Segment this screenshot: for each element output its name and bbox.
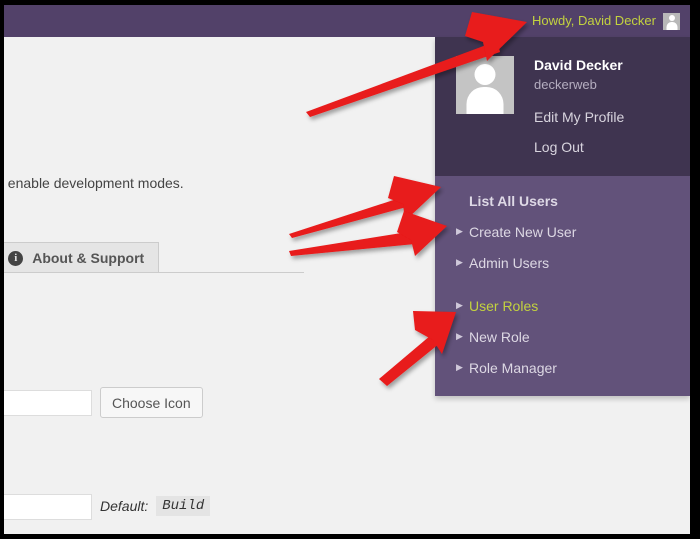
- user-menu-item-label: New Role: [469, 328, 530, 345]
- howdy-account-menu-trigger[interactable]: Howdy, David Decker: [528, 5, 684, 37]
- user-account-header: David Decker deckerweb Edit My Profile L…: [435, 37, 690, 176]
- user-menu-item-label: Role Manager: [469, 359, 557, 376]
- screenshot-frame: Howdy, David Decker tweaks or enable dev…: [0, 0, 700, 539]
- user-menu-item-list-all-users[interactable]: ▶List All Users: [435, 185, 690, 216]
- user-menu-item-label: List All Users: [469, 192, 558, 209]
- default-value: Build: [156, 496, 211, 516]
- info-circle-icon: i: [8, 250, 24, 266]
- user-avatar-large-icon: [456, 56, 514, 114]
- browser-viewport: Howdy, David Decker tweaks or enable dev…: [4, 5, 690, 534]
- choose-icon-button[interactable]: Choose Icon: [100, 387, 203, 418]
- icon-input[interactable]: [4, 390, 92, 416]
- log-out-link[interactable]: Log Out: [534, 132, 690, 162]
- user-menu-item-user-roles[interactable]: ▶ User Roles: [435, 290, 690, 321]
- settings-description: tweaks or enable development modes.: [4, 175, 184, 191]
- wp-admin-bar: Howdy, David Decker: [4, 5, 690, 37]
- caret-right-icon: ▶: [456, 226, 463, 236]
- user-menu-item-create-new-user[interactable]: ▶ Create New User: [435, 216, 690, 247]
- howdy-label: Howdy, David Decker: [531, 13, 656, 28]
- user-login-name: deckerweb: [534, 77, 597, 92]
- caret-right-icon: ▶: [456, 300, 463, 310]
- user-identity: David Decker deckerweb: [534, 55, 690, 94]
- build-input[interactable]: [4, 494, 92, 520]
- caret-right-icon: ▶: [456, 362, 463, 372]
- user-menu-item-new-role[interactable]: ▶ New Role: [435, 321, 690, 352]
- user-avatar-icon: [663, 12, 680, 30]
- user-menu-item-label: User Roles: [469, 297, 539, 314]
- default-label: Default:: [100, 498, 149, 514]
- choose-icon-label: Choose Icon: [112, 394, 191, 411]
- tab-bar-divider: [4, 272, 304, 273]
- user-menu-list: ▶List All Users▶Create New User▶Admin Us…: [435, 176, 690, 396]
- tab-about-support[interactable]: i About & Support: [4, 242, 160, 273]
- settings-tab-bar: nt i About & Support: [4, 241, 160, 273]
- user-menu-item-label: Create New User: [469, 223, 577, 240]
- user-menu-separator: [435, 278, 690, 290]
- user-menu-item-admin-users[interactable]: ▶ Admin Users: [435, 247, 690, 278]
- caret-right-icon: ▶: [456, 257, 463, 267]
- user-account-dropdown: David Decker deckerweb Edit My Profile L…: [435, 37, 690, 396]
- caret-right-icon: ▶: [456, 331, 463, 341]
- user-menu-item-role-manager[interactable]: ▶ Role Manager: [435, 352, 690, 383]
- user-display-name: David Decker: [534, 57, 623, 73]
- tab-about-support-label: About & Support: [32, 250, 145, 266]
- edit-my-profile-link[interactable]: Edit My Profile: [534, 102, 690, 132]
- user-menu-item-label: Admin Users: [469, 254, 550, 271]
- default-value-row: Default: Build: [100, 496, 211, 516]
